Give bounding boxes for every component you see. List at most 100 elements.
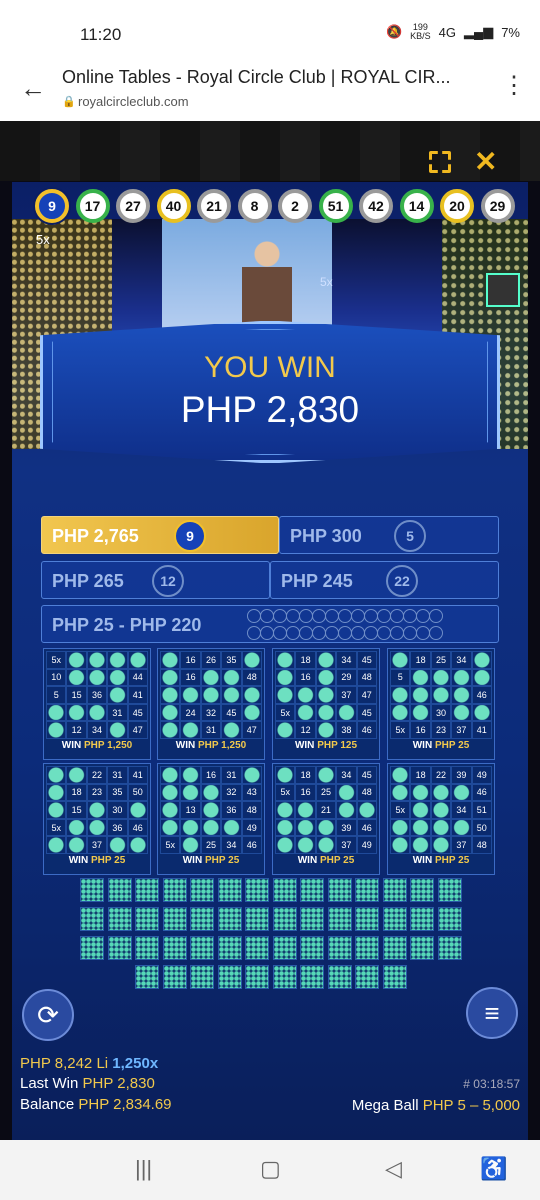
repeat-bet-button[interactable]: ⟳ xyxy=(22,989,74,1041)
mini-card[interactable] xyxy=(80,878,104,902)
drawn-ball: 51 xyxy=(318,189,353,223)
close-icon[interactable]: ✕ xyxy=(474,145,497,178)
back-icon[interactable]: ◁ xyxy=(385,1156,402,1182)
mini-card[interactable] xyxy=(272,965,297,989)
mini-card[interactable] xyxy=(80,907,104,931)
mini-card[interactable] xyxy=(190,907,214,931)
mini-card[interactable] xyxy=(355,936,379,960)
mini-card[interactable] xyxy=(272,878,297,902)
card-cell-hit xyxy=(295,818,316,837)
card-cell-hit xyxy=(200,818,222,837)
mini-card[interactable] xyxy=(272,936,297,960)
mini-card[interactable] xyxy=(217,878,242,902)
mini-card[interactable] xyxy=(382,907,407,931)
mini-card[interactable] xyxy=(190,936,214,960)
top-multiplier: 1,250x xyxy=(112,1055,159,1072)
mini-card[interactable] xyxy=(300,965,324,989)
mini-card[interactable] xyxy=(327,907,352,931)
card-cell: 5x xyxy=(390,801,411,819)
mini-card[interactable] xyxy=(272,907,297,931)
mini-card[interactable] xyxy=(437,936,462,960)
back-arrow-icon[interactable]: ← xyxy=(20,73,46,104)
recent-apps-icon[interactable]: ||| xyxy=(135,1156,152,1182)
range-ball-slot xyxy=(338,626,352,640)
mini-card[interactable] xyxy=(217,936,242,960)
mini-card[interactable] xyxy=(327,878,352,902)
mini-card[interactable] xyxy=(135,878,159,902)
drawn-ball: 29 xyxy=(480,189,515,223)
card-cell: 34 xyxy=(451,651,472,669)
mini-card[interactable] xyxy=(107,936,132,960)
card-cell-hit xyxy=(160,801,181,819)
balance-label: Balance xyxy=(20,1096,75,1113)
accessibility-icon[interactable]: ♿ xyxy=(480,1156,507,1182)
more-menu-icon[interactable]: ⋮ xyxy=(502,71,526,100)
mini-card[interactable] xyxy=(135,965,159,989)
mini-card[interactable] xyxy=(300,936,324,960)
range-ball-slot xyxy=(403,626,417,640)
mini-card[interactable] xyxy=(190,965,214,989)
card-cell-hit xyxy=(200,783,222,802)
card-cell: 25 xyxy=(315,783,337,802)
card-cell-hit xyxy=(430,668,452,687)
card-cell-hit xyxy=(127,651,148,669)
mini-card[interactable] xyxy=(245,965,269,989)
mini-card[interactable] xyxy=(217,965,242,989)
mini-card[interactable] xyxy=(245,878,269,902)
card-cell-hit xyxy=(410,668,431,687)
mini-card[interactable] xyxy=(190,878,214,902)
mini-card[interactable] xyxy=(355,878,379,902)
mini-card[interactable] xyxy=(80,936,104,960)
mini-card[interactable] xyxy=(382,878,407,902)
last-win-info: Last Win PHP 2,830 xyxy=(20,1075,155,1092)
lock-icon: 🔒 xyxy=(62,96,76,108)
mini-card[interactable] xyxy=(162,907,187,931)
prize-ball: 12 xyxy=(152,565,184,597)
card-cell: 5x xyxy=(46,818,67,837)
home-icon[interactable]: ▢ xyxy=(260,1156,281,1182)
mini-card[interactable] xyxy=(135,907,159,931)
mini-card[interactable] xyxy=(437,907,462,931)
bingo-card: 18 22 39 49 46 5x 34 51 50 37 48 WIN PHP 25 xyxy=(387,763,495,875)
card-win-label: WIN PHP 25 xyxy=(273,855,379,866)
page-url[interactable]: royalcircleclub.com xyxy=(78,94,189,109)
card-cell: 21 xyxy=(315,801,337,819)
mini-card[interactable] xyxy=(107,907,132,931)
mini-card[interactable] xyxy=(410,907,434,931)
card-cell: 18 xyxy=(295,766,316,784)
card-cell: 5x xyxy=(160,836,181,854)
mini-card[interactable] xyxy=(135,936,159,960)
mini-card[interactable] xyxy=(300,878,324,902)
mini-card[interactable] xyxy=(162,936,187,960)
card-cell-hit xyxy=(221,668,242,687)
card-cell: 29 xyxy=(336,668,357,687)
mini-card[interactable] xyxy=(327,936,352,960)
mini-card[interactable] xyxy=(382,936,407,960)
mini-card[interactable] xyxy=(245,936,269,960)
mini-card[interactable] xyxy=(162,878,187,902)
card-cell-hit xyxy=(430,686,452,704)
card-cell-hit xyxy=(390,818,411,837)
mini-card[interactable] xyxy=(300,907,324,931)
mini-card[interactable] xyxy=(245,907,269,931)
mini-card[interactable] xyxy=(217,907,242,931)
mini-card[interactable] xyxy=(410,878,434,902)
card-cell: 37 xyxy=(451,836,472,854)
mini-card[interactable] xyxy=(327,965,352,989)
mini-card[interactable] xyxy=(355,907,379,931)
card-cell: 48 xyxy=(241,668,262,687)
card-cell: 35 xyxy=(221,651,242,669)
menu-button[interactable]: ≡ xyxy=(466,987,518,1039)
card-cell: 44 xyxy=(127,668,148,687)
card-view-icon[interactable] xyxy=(486,273,520,307)
card-cell: 48 xyxy=(356,783,377,802)
mini-card[interactable] xyxy=(410,936,434,960)
card-cell-hit xyxy=(86,703,108,722)
mini-card[interactable] xyxy=(382,965,407,989)
mini-card[interactable] xyxy=(437,878,462,902)
mini-card[interactable] xyxy=(162,965,187,989)
mini-card[interactable] xyxy=(107,878,132,902)
mini-card[interactable] xyxy=(355,965,379,989)
page-title: Online Tables - Royal Circle Club | ROYA… xyxy=(62,67,451,87)
card-win-prefix: WIN xyxy=(182,855,203,866)
